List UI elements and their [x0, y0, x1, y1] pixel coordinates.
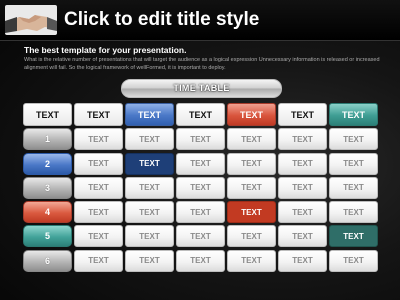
- timetable-label[interactable]: TIME TABLE: [121, 79, 282, 98]
- header-cell[interactable]: TEXT: [227, 103, 276, 126]
- table-cell[interactable]: TEXT: [227, 152, 276, 175]
- row-number[interactable]: 4: [23, 201, 72, 224]
- table-cell[interactable]: TEXT: [125, 249, 174, 272]
- table-cell[interactable]: TEXT: [278, 249, 327, 272]
- table-cell[interactable]: TEXT: [227, 128, 276, 151]
- header-cell[interactable]: TEXT: [329, 103, 378, 126]
- table-cell[interactable]: TEXT: [278, 152, 327, 175]
- table-cell[interactable]: TEXT: [278, 128, 327, 151]
- header-cell[interactable]: TEXT: [125, 103, 174, 126]
- subtitle[interactable]: The best template for your presentation.: [24, 45, 186, 55]
- table-cell[interactable]: TEXT: [329, 128, 378, 151]
- header-cell[interactable]: TEXT: [23, 103, 72, 126]
- table-cell[interactable]: TEXT: [176, 201, 225, 224]
- page-title[interactable]: Click to edit title style: [64, 9, 259, 31]
- table-cell[interactable]: TEXT: [227, 176, 276, 199]
- table-cell[interactable]: TEXT: [74, 152, 123, 175]
- table-cell-highlighted[interactable]: TEXT: [125, 152, 174, 175]
- row-number[interactable]: 2: [23, 152, 72, 175]
- table-cell[interactable]: TEXT: [176, 176, 225, 199]
- table-cell[interactable]: TEXT: [74, 249, 123, 272]
- table-cell[interactable]: TEXT: [176, 128, 225, 151]
- table-cell[interactable]: TEXT: [329, 201, 378, 224]
- header-cell[interactable]: TEXT: [278, 103, 327, 126]
- timetable-grid: TEXT TEXT TEXT TEXT TEXT TEXT TEXT 1 TEX…: [23, 103, 378, 272]
- table-cell[interactable]: TEXT: [278, 225, 327, 248]
- description-text[interactable]: What is the relative number of presentat…: [24, 56, 384, 72]
- table-cell-highlighted[interactable]: TEXT: [329, 225, 378, 248]
- row-number[interactable]: 6: [23, 249, 72, 272]
- table-cell[interactable]: TEXT: [125, 176, 174, 199]
- header-cell[interactable]: TEXT: [74, 103, 123, 126]
- title-bar: Click to edit title style: [0, 0, 400, 41]
- table-cell[interactable]: TEXT: [329, 249, 378, 272]
- table-cell[interactable]: TEXT: [278, 201, 327, 224]
- table-cell[interactable]: TEXT: [74, 176, 123, 199]
- table-cell[interactable]: TEXT: [329, 152, 378, 175]
- header-cell[interactable]: TEXT: [176, 103, 225, 126]
- table-cell[interactable]: TEXT: [278, 176, 327, 199]
- table-cell[interactable]: TEXT: [125, 225, 174, 248]
- table-cell[interactable]: TEXT: [125, 201, 174, 224]
- slide: Click to edit title style The best templ…: [0, 0, 400, 300]
- row-number[interactable]: 1: [23, 128, 72, 151]
- table-cell-highlighted[interactable]: TEXT: [227, 201, 276, 224]
- row-number[interactable]: 5: [23, 225, 72, 248]
- table-cell[interactable]: TEXT: [74, 128, 123, 151]
- row-number[interactable]: 3: [23, 176, 72, 199]
- table-cell[interactable]: TEXT: [74, 201, 123, 224]
- table-cell[interactable]: TEXT: [176, 225, 225, 248]
- table-cell[interactable]: TEXT: [176, 152, 225, 175]
- table-cell[interactable]: TEXT: [227, 225, 276, 248]
- table-cell[interactable]: TEXT: [329, 176, 378, 199]
- handshake-icon: [5, 5, 57, 35]
- table-cell[interactable]: TEXT: [74, 225, 123, 248]
- table-cell[interactable]: TEXT: [176, 249, 225, 272]
- table-cell[interactable]: TEXT: [125, 128, 174, 151]
- table-cell[interactable]: TEXT: [227, 249, 276, 272]
